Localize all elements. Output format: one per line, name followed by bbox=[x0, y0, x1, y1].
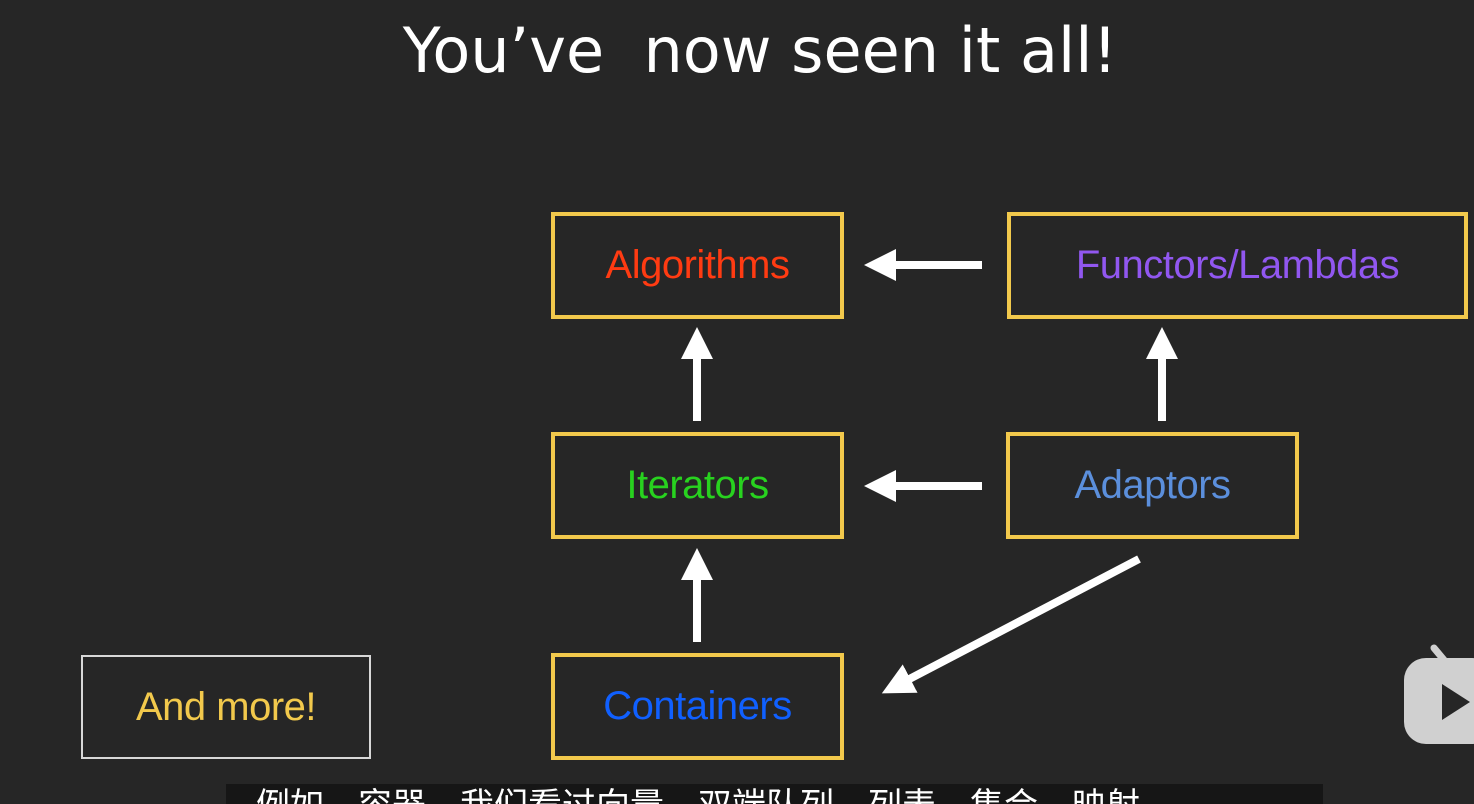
adaptors-box: Adaptors bbox=[1006, 432, 1299, 539]
containers-box: Containers bbox=[551, 653, 844, 760]
slide: You’ve now seen it all! Algorithms Funct… bbox=[0, 0, 1474, 804]
iterators-box: Iterators bbox=[551, 432, 844, 539]
subtitle-bar: 例如，容器，我们看过向量，双端队列，列表，集合，映射 bbox=[226, 784, 1323, 804]
bilibili-tv-icon[interactable] bbox=[1400, 640, 1474, 750]
functors-lambdas-box: Functors/Lambdas bbox=[1007, 212, 1468, 319]
subtitle-text: 例如，容器，我们看过向量，双端队列，列表，集合，映射 bbox=[256, 786, 1140, 804]
arrow-adaptors-to-containers bbox=[881, 555, 1141, 694]
and-more-box: And more! bbox=[81, 655, 371, 759]
algorithms-box: Algorithms bbox=[551, 212, 844, 319]
